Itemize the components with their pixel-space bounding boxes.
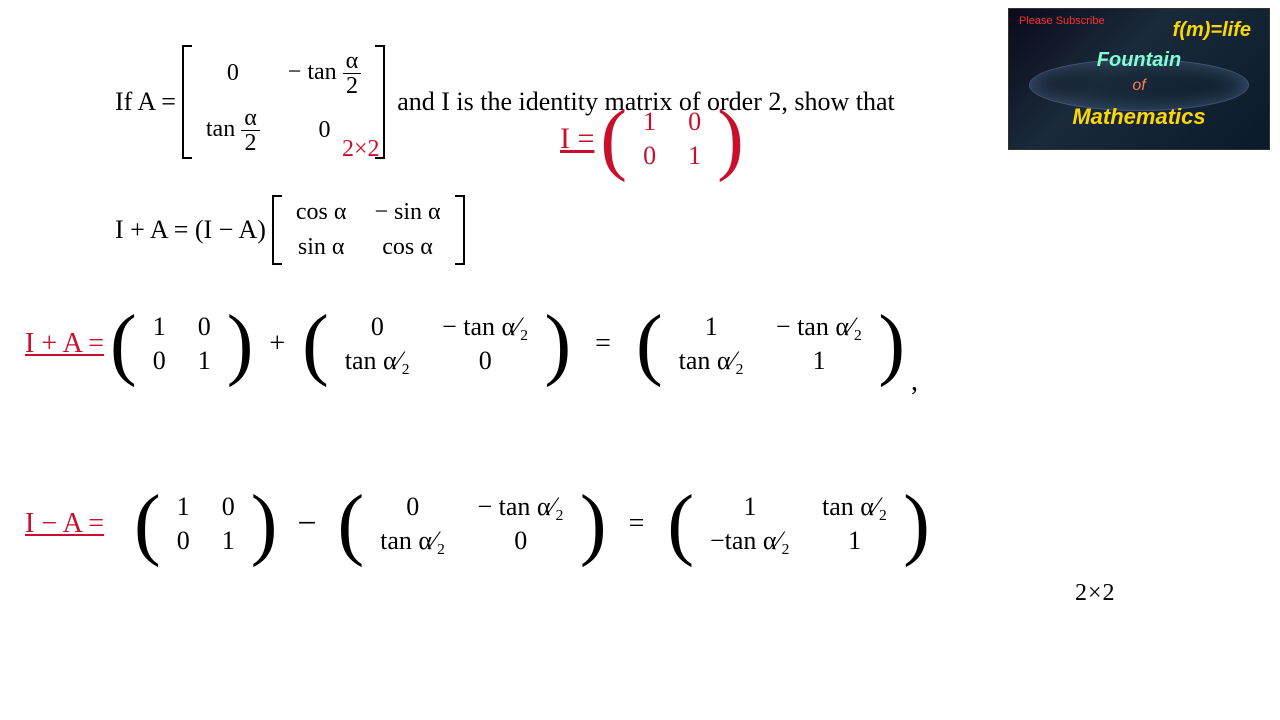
eq-1: = xyxy=(595,328,612,360)
A-r2c1: tan α2 xyxy=(192,102,274,159)
logo-equation: f(m)=life xyxy=(1173,19,1251,42)
A-r1c1: 0 xyxy=(192,45,274,102)
logo-line2: of xyxy=(1009,77,1269,95)
plus-op: + xyxy=(269,328,286,360)
problem-statement-line1: If A = 0 − tan α2 tan α2 0 and I is xyxy=(115,45,895,159)
logo-line1: Fountain xyxy=(1009,49,1269,72)
to-show-equation: I + A = (I − A) cos α− sin α sin αcos α xyxy=(115,195,465,265)
trail-comma: , xyxy=(911,366,919,398)
whiteboard: Please Subscribe f(m)=life Fountain of M… xyxy=(0,0,1280,720)
rotation-matrix: cos α− sin α sin αcos α xyxy=(272,195,465,265)
I-minus-A-label: I − A = xyxy=(25,508,104,540)
work-I-plus-A: I + A = ( 10 01 ) + ( 0− tan α⁄₂ tan α⁄₂… xyxy=(25,310,919,378)
lhs-equals-rhs: I + A = (I − A) xyxy=(115,215,266,245)
identity-matrix: ( 10 01 ) xyxy=(600,105,743,173)
result-IplusA: ( 1− tan α⁄₂ tan α⁄₂1 ) xyxy=(636,310,905,378)
result-IminusA: ( 1tan α⁄₂ −tan α⁄₂1 ) xyxy=(667,490,930,558)
logo-line3: Mathematics xyxy=(1009,104,1269,130)
I-equals-label: I = xyxy=(560,122,594,156)
eq-2: = xyxy=(629,508,646,540)
I-plus-A-label: I + A = xyxy=(25,328,104,360)
dimension-note-2: 2×2 xyxy=(1075,580,1116,607)
I-matrix-2: ( 10 01 ) xyxy=(134,490,277,558)
A-r1c2: − tan α2 xyxy=(274,45,375,102)
work-I-minus-A: I − A = ( 10 01 ) − ( 0− tan α⁄₂ tan α⁄₂… xyxy=(25,490,930,558)
subscribe-text: Please Subscribe xyxy=(1019,15,1105,27)
if-A-equals: If A = xyxy=(115,87,176,117)
A-matrix-1: ( 0− tan α⁄₂ tan α⁄₂0 ) xyxy=(302,310,571,378)
I-matrix-1: ( 10 01 ) xyxy=(110,310,253,378)
minus-op: − xyxy=(297,505,317,543)
channel-logo: Please Subscribe f(m)=life Fountain of M… xyxy=(1008,8,1270,150)
identity-definition: I = ( 10 01 ) xyxy=(560,105,744,173)
dimension-note-1: 2×2 xyxy=(342,136,380,163)
A-matrix-2: ( 0− tan α⁄₂ tan α⁄₂0 ) xyxy=(338,490,607,558)
